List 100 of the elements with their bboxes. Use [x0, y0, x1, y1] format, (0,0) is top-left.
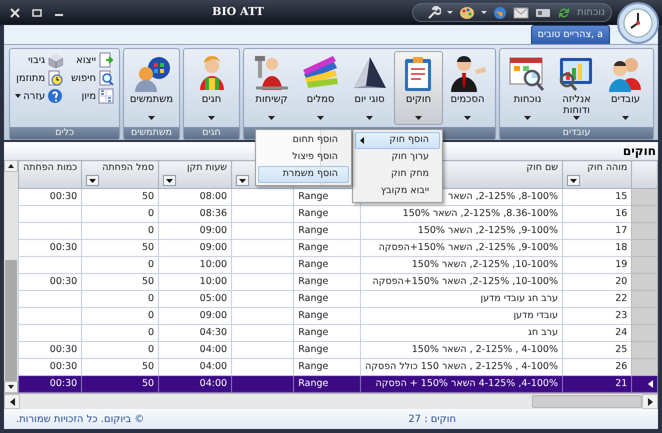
header-label: סמל הפחתה	[102, 162, 154, 173]
table-cell: 20	[615, 276, 628, 287]
table-cell: 0	[148, 310, 154, 321]
table-cell: 17	[615, 224, 628, 236]
table-cell: 0	[148, 292, 154, 304]
header-label: שם חוק	[526, 162, 558, 173]
table-cell: 0	[148, 208, 154, 219]
window-title: BIO ATT	[212, 4, 264, 20]
ribbon-button[interactable]: סמלים	[296, 51, 345, 125]
table-cell: 00:30	[50, 378, 78, 389]
table-cell: עובדי מדען	[513, 310, 558, 321]
tool-button[interactable]: מיון	[71, 88, 114, 104]
table-cell: 10:00	[200, 276, 228, 287]
table-cell: 4-100%, 4-125% השאר 150% + הפסקה	[376, 378, 558, 389]
ribbon-button[interactable]: משתמשים	[127, 51, 176, 125]
table-cell: Range	[298, 292, 328, 304]
table-cell: Range	[298, 310, 328, 321]
tool-button[interactable]: חיפוש	[71, 70, 114, 86]
page-title: חוקים	[622, 144, 656, 158]
table-cell: ערב חג	[528, 326, 558, 338]
toolbar-label: נוכחות	[577, 6, 605, 20]
copyright-text: © ביוקום. כל הזכויות שמורות.	[16, 412, 144, 426]
record-count: חוקים : 27	[408, 412, 456, 426]
header-label: כמות הפחתה	[23, 162, 78, 173]
table-cell: 50	[142, 360, 154, 372]
ribbon-button[interactable]: סוגי יום	[345, 51, 394, 125]
ribbon-button[interactable]: הסכמים	[443, 51, 492, 125]
table-cell: 0	[148, 344, 154, 355]
table-cell: 00:30	[50, 190, 78, 202]
table-cell: 10-100%, 2-125%, השאר 150%+הפסקה	[372, 276, 558, 287]
table-cell: 25	[615, 344, 628, 355]
table-cell: 10:00	[200, 258, 228, 270]
tool-button[interactable]: גיבוי	[15, 52, 64, 68]
table-cell: 18	[615, 242, 628, 253]
table-cell: 50	[142, 242, 154, 253]
tool-button[interactable]: מתוזמן	[15, 70, 64, 86]
header-label: מוהה חוק	[587, 162, 628, 173]
ribbon-button[interactable]: חגים	[187, 51, 236, 125]
menu-item[interactable]: הוסף משמרת	[258, 166, 349, 183]
menu-item[interactable]: הוסף תחום	[258, 132, 349, 149]
table-cell: Range	[298, 326, 328, 338]
table-cell: Range	[298, 190, 328, 202]
table-cell: 08:36	[200, 208, 228, 219]
menu-item[interactable]: ערוך חוק	[355, 149, 440, 166]
table-cell: Range	[298, 208, 328, 219]
table-cell: 09:00	[200, 224, 228, 236]
ribbon-button[interactable]: נוכחות	[503, 51, 552, 125]
ribbon-button[interactable]: אנליזה ודוחות	[552, 51, 601, 125]
table-cell: 9-100%, 2-125%, השאר 150%+הפסקה	[378, 242, 558, 253]
table-cell: 50	[142, 276, 154, 287]
table-cell: Range	[298, 360, 328, 372]
menu-item[interactable]: הוסף פיצול	[258, 149, 349, 166]
table-cell: 08:00	[200, 190, 228, 202]
table-cell: 22	[615, 292, 628, 304]
table-cell: 19	[615, 258, 628, 270]
table-cell: 4-100% , 2-125% , השאר 150 כולל הפסקה	[365, 360, 558, 372]
table-cell: 21	[615, 378, 628, 389]
table-cell: 50	[142, 378, 154, 389]
table-cell: 00:30	[50, 276, 78, 287]
table-cell: 26	[615, 360, 628, 372]
ribbon-button[interactable]: קשיחות	[247, 51, 296, 125]
table-cell: Range	[298, 224, 328, 236]
table-cell: 00:30	[50, 344, 78, 355]
table-cell: 09:00	[200, 242, 228, 253]
tool-button[interactable]: עזרה	[15, 88, 64, 104]
table-cell: 15	[615, 190, 628, 202]
table-cell: Range	[298, 258, 328, 270]
table-cell: Range	[298, 378, 328, 389]
table-cell: 50	[142, 190, 154, 202]
ribbon-tab[interactable]: צהריים טובים, a	[530, 24, 610, 44]
group-label: משתמשים	[124, 127, 179, 139]
table-cell: 16	[615, 208, 628, 219]
group-label: עובדים	[500, 127, 653, 139]
table-cell: 8-100%, 2-125%, השאר	[448, 190, 558, 202]
tool-button[interactable]: ייצוא	[71, 52, 114, 68]
table-cell: 0	[148, 224, 154, 236]
menu-item[interactable]: מחק חוק	[355, 166, 440, 183]
table-cell: 24	[615, 326, 628, 338]
table-cell: 23	[615, 310, 628, 321]
header-label: שעות תקן	[186, 162, 228, 173]
table-cell: 04:30	[200, 326, 228, 338]
group-label: חגים	[184, 127, 239, 139]
table-cell: 10-100%, 2-125%, השאר 150%	[412, 258, 558, 270]
table-cell: 8.36-100%, 2-125%, השאר 150%	[402, 208, 558, 219]
ribbon-button[interactable]: עובדים	[601, 51, 650, 125]
table-cell: 04:00	[200, 360, 228, 372]
table-cell: 04:00	[200, 344, 228, 355]
table-cell: 09:00	[200, 310, 228, 321]
table-cell: ערב חג עובדי מדען	[480, 292, 558, 304]
menu-item[interactable]: הוסף חוק	[355, 132, 440, 149]
table-cell: Range	[298, 344, 328, 355]
table-cell: 4-100% , 2-125% , השאר 150%	[412, 344, 558, 355]
menu-item[interactable]: ייבוא מקובץ	[355, 183, 440, 200]
table-cell: 9-100%, 2-125%, השאר 150%	[418, 224, 558, 236]
table-cell: 00:30	[50, 242, 78, 253]
table-cell: 00:30	[50, 360, 78, 372]
group-label: כלים	[10, 127, 119, 139]
table-cell: 05:00	[200, 292, 228, 304]
ribbon-button[interactable]: חוקים	[394, 51, 443, 125]
table-cell: 0	[148, 326, 154, 338]
